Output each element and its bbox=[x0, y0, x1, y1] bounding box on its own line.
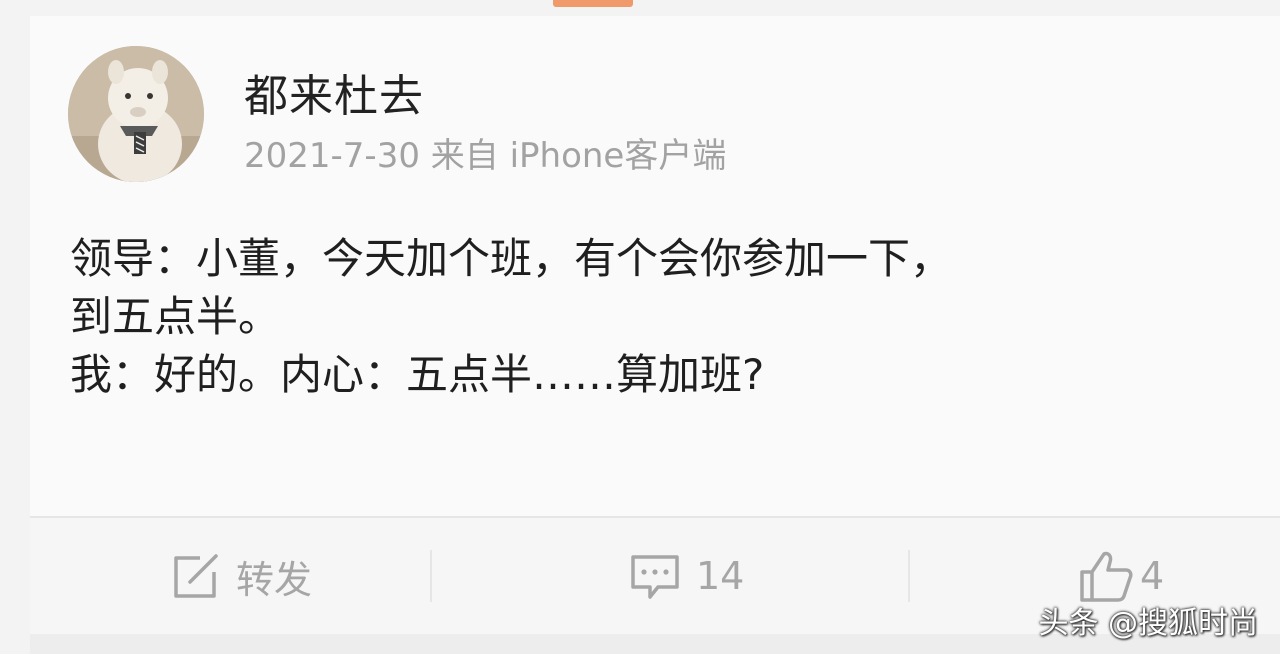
like-button[interactable]: 4 bbox=[1078, 548, 1164, 604]
avatar[interactable] bbox=[68, 46, 204, 182]
post-content: 领导：小董，今天加个班，有个会你参加一下， 到五点半。 我：好的。内心：五点半…… bbox=[70, 230, 1260, 404]
repost-button[interactable]: 转发 bbox=[170, 548, 312, 604]
like-count: 4 bbox=[1140, 554, 1165, 598]
post-line: 我：好的。内心：五点半……算加班? bbox=[70, 350, 765, 399]
source-watermark: 头条 @搜狐时尚 bbox=[1038, 606, 1258, 641]
action-separator bbox=[430, 550, 432, 602]
repost-label: 转发 bbox=[236, 557, 313, 602]
weibo-post-screenshot: 都来杜去 2021-7-30 来自 iPhone客户端 领导：小董，今天加个班，… bbox=[0, 0, 1280, 654]
post-line: 到五点半。 bbox=[70, 292, 281, 341]
post-meta: 2021-7-30 来自 iPhone客户端 bbox=[244, 136, 727, 176]
post-line: 领导：小董，今天加个班，有个会你参加一下， bbox=[70, 234, 953, 283]
username[interactable]: 都来杜去 bbox=[244, 60, 424, 124]
post-card: 都来杜去 2021-7-30 来自 iPhone客户端 领导：小董，今天加个班，… bbox=[30, 16, 1280, 516]
top-tab-indicator bbox=[553, 0, 633, 7]
comment-icon bbox=[628, 549, 682, 603]
thumbs-up-icon bbox=[1078, 548, 1134, 604]
comment-button[interactable]: 14 bbox=[628, 548, 744, 604]
comment-count: 14 bbox=[696, 554, 745, 598]
action-separator bbox=[908, 550, 910, 602]
alpaca-avatar-image bbox=[68, 46, 204, 182]
repost-icon bbox=[170, 550, 222, 602]
